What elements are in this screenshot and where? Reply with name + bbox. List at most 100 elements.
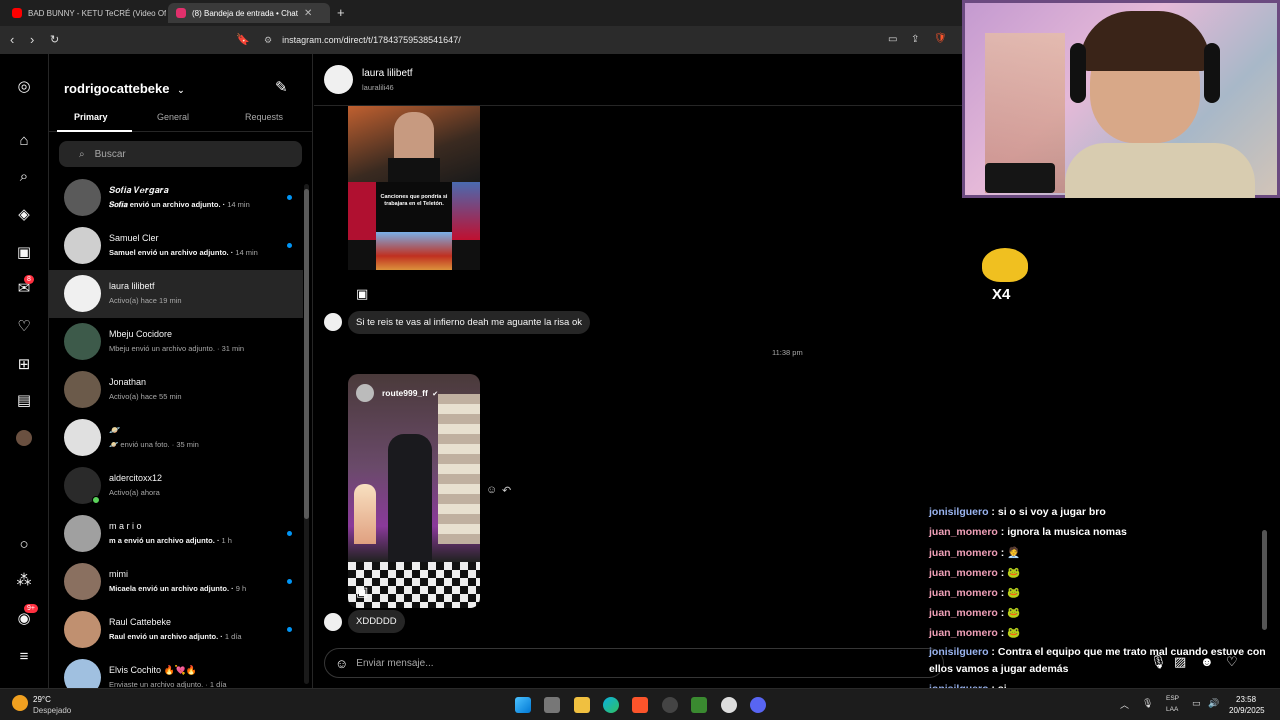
conversation-preview: m a envió un archivo adjunto. · 1 h [109, 536, 232, 545]
avatar[interactable] [324, 313, 342, 331]
messenger-icon[interactable]: ✉ 8 [14, 275, 34, 298]
reload-icon[interactable]: ↻ [50, 33, 59, 46]
volume-icon[interactable]: 🔊 [1208, 698, 1219, 709]
conversation-row[interactable]: aldercitoxx12 Activo(a) ahora [49, 462, 303, 510]
bookmark-icon[interactable]: 🔖 [236, 33, 250, 46]
conversation-name: Samuel Cler [109, 233, 159, 243]
unread-dot [287, 243, 292, 248]
reel-icon: ▣ [356, 286, 369, 301]
avatar[interactable] [324, 65, 353, 94]
microphone-icon[interactable]: 🎙 [1142, 698, 1153, 709]
url-bar[interactable]: ⚙ instagram.com/direct/t/178437595385416… [256, 30, 956, 50]
message-bubble[interactable]: Si te reis te vas al infierno deah me ag… [348, 311, 591, 334]
shared-reel[interactable]: Canciones que pondría si trabajara en el… [348, 106, 480, 270]
file-explorer-icon[interactable] [574, 697, 590, 713]
site-info-icon[interactable]: ⚙ [264, 35, 272, 46]
conversation-row[interactable]: 🪐 🪐 envió una foto. · 35 min [49, 414, 303, 462]
conversation-time: 14 min [227, 200, 250, 209]
new-tab-button[interactable]: + [337, 5, 345, 20]
conversation-row[interactable]: Jonathan Activo(a) hace 55 min [49, 366, 303, 414]
task-view-icon[interactable] [544, 697, 560, 713]
conversation-name: aldercitoxx12 [109, 473, 163, 483]
heart-icon[interactable]: ♡ [14, 316, 34, 336]
contact-name[interactable]: laura lilibetf [362, 68, 413, 79]
edge-icon[interactable] [603, 697, 619, 713]
conversation-name: Raul Cattebeke [109, 617, 172, 627]
conversation-row[interactable]: mimi Micaela envió un archivo adjunto. · … [49, 558, 303, 606]
chat-separator: : [997, 567, 1008, 579]
meta-icon[interactable]: ◉ 9+ [14, 604, 38, 628]
obs-icon[interactable] [662, 697, 678, 713]
instagram-logo-icon[interactable]: ◎ [14, 76, 34, 96]
avatar [64, 275, 101, 312]
react-emoji-icon[interactable]: ☺ [486, 484, 497, 496]
minecraft-icon[interactable] [691, 697, 707, 713]
close-icon[interactable]: ✕ [304, 8, 312, 19]
network-icon[interactable]: ▭ [1192, 698, 1201, 709]
tab-requests[interactable]: Requests [245, 112, 283, 122]
cat-emote-icon [982, 248, 1028, 282]
back-icon[interactable]: ‹ [10, 32, 14, 47]
emoji-icon[interactable]: ☺ [335, 656, 348, 671]
conversation-row[interactable]: 𝑺𝒐𝒇𝒊𝒂 𝑽𝒆𝒓𝒈𝒂𝒓𝒂 𝑺𝒐𝒇𝒊𝒂 envió un archivo adju… [49, 174, 303, 222]
avatar [64, 323, 101, 360]
avatar [64, 227, 101, 264]
conversation-row[interactable]: Raul Cattebeke Raul envió un archivo adju… [49, 606, 303, 654]
search-icon[interactable]: ⌕ [14, 166, 34, 186]
brave-shield-icon[interactable]: 🛡 [934, 33, 947, 44]
apps-icon[interactable]: ⁂ [14, 570, 34, 590]
tab-label: BAD BUNNY - KETU TeCRÉ (Video Of [28, 8, 166, 18]
reels-icon[interactable]: ▣ [14, 242, 34, 262]
conversation-row[interactable]: Samuel Cler Samuel envió un archivo adjun… [49, 222, 303, 270]
instagram-icon [176, 8, 186, 18]
chevron-up-icon[interactable]: ︿ [1120, 698, 1129, 711]
scrollbar-thumb[interactable] [304, 189, 309, 519]
cast-icon[interactable]: ▭ [888, 34, 897, 45]
tab-general[interactable]: General [157, 112, 189, 122]
clock-time[interactable]: 23:58 [1236, 695, 1256, 704]
chat-username: juan_momero [929, 526, 998, 538]
reply-icon[interactable]: ↶ [502, 484, 511, 497]
streamer-shirt [1065, 143, 1255, 198]
compose-icon[interactable]: ✎ [275, 78, 288, 96]
shelf-background [438, 394, 480, 544]
headphones [1204, 43, 1220, 103]
weather-icon[interactable] [12, 695, 28, 711]
explore-icon[interactable]: ◈ [14, 204, 34, 224]
chat-username: jonisilguero [929, 646, 989, 658]
avatar[interactable] [324, 613, 342, 631]
tab-youtube[interactable]: BAD BUNNY - KETU TeCRÉ (Video Of [4, 3, 166, 23]
emote-count: X4 [992, 286, 1011, 303]
search-input[interactable]: ⌕ Buscar [59, 141, 302, 167]
tab-primary[interactable]: Primary [74, 112, 108, 122]
share-icon[interactable]: ⇪ [911, 34, 919, 45]
menu-icon[interactable]: ≡ [14, 646, 34, 666]
thumb-tile [376, 232, 452, 270]
chat-text: ignora la musica nomas [1007, 526, 1127, 538]
steam-icon[interactable] [721, 697, 737, 713]
conversation-row[interactable]: laura lilibetf Activo(a) hace 19 min [49, 270, 303, 318]
chat-username: juan_momero [929, 587, 998, 599]
unread-dot [287, 195, 292, 200]
stream-chat-scrollbar[interactable] [1262, 530, 1267, 630]
input-language[interactable]: ESP [1166, 695, 1179, 702]
message-input[interactable]: ☺ Enviar mensaje... [324, 648, 944, 678]
forward-icon[interactable]: › [30, 32, 34, 47]
message-bubble[interactable]: XDDDDD [348, 610, 405, 633]
profile-avatar[interactable] [14, 428, 34, 448]
brave-icon[interactable] [632, 697, 648, 713]
reel-account[interactable]: route999_ff ✔ [382, 388, 438, 398]
tab-instagram[interactable]: (8) Bandeja de entrada • Chat ✕ [168, 3, 330, 23]
home-icon[interactable]: ⌂ [14, 130, 34, 150]
threads-icon[interactable]: ○ [14, 534, 34, 554]
shared-reel[interactable]: route999_ff ✔ ▣ [348, 374, 480, 608]
dashboard-icon[interactable]: ▤ [14, 390, 34, 410]
scrollbar[interactable] [304, 184, 309, 684]
account-username[interactable]: rodrigocattebeke ⌄ [64, 81, 185, 96]
conversation-row[interactable]: Elvis Cochito 🔥💘🔥 Enviaste un archivo adj… [49, 654, 303, 688]
conversation-row[interactable]: Mbeju Cocidore Mbeju envió un archivo adj… [49, 318, 303, 366]
discord-icon[interactable] [750, 697, 766, 713]
windows-start-icon[interactable] [515, 697, 531, 713]
conversation-row[interactable]: m a r i o m a envió un archivo adjunto. ·… [49, 510, 303, 558]
create-icon[interactable]: ⊞ [14, 354, 34, 374]
